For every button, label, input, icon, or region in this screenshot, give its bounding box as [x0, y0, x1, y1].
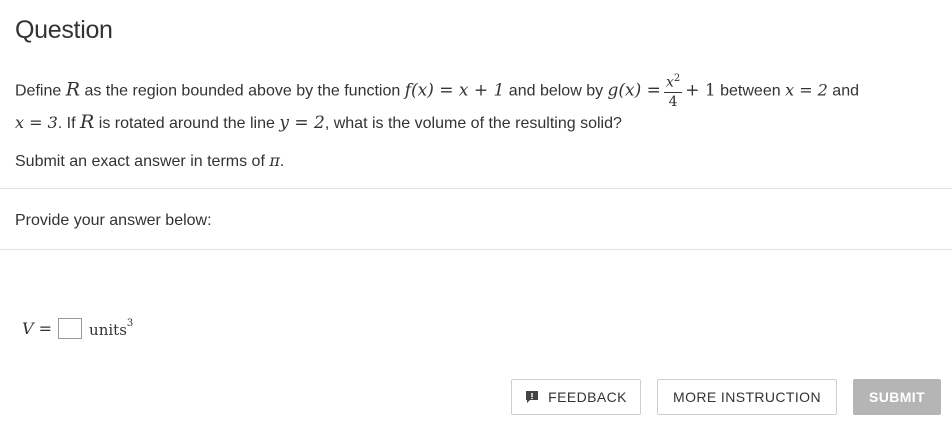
answer-input[interactable]	[58, 318, 83, 339]
question-text: between	[715, 82, 786, 100]
answer-row: V = units3	[22, 318, 133, 339]
question-text: , what is the volume of the resulting so…	[324, 115, 622, 132]
fraction: x2 4	[663, 73, 683, 110]
x-equals-2: x = 2	[785, 80, 828, 100]
units-text: units	[89, 320, 127, 339]
question-text: and	[827, 82, 859, 100]
page-title: Question	[15, 16, 113, 44]
x-equals-3: x = 3	[15, 113, 58, 132]
g-tail: + 1	[685, 80, 716, 101]
answer-prompt: Provide your answer below:	[15, 212, 212, 229]
question-text: is rotated around the line	[94, 115, 280, 132]
units-exponent: 3	[126, 317, 134, 329]
feedback-button[interactable]: FEEDBACK	[511, 379, 641, 415]
numerator-exponent: 2	[673, 73, 681, 84]
instruction-text: .	[279, 153, 285, 170]
question-text: and below by	[504, 82, 608, 100]
question-line-1: Define R as the region bounded above by …	[15, 74, 859, 109]
y-equals-2: y = 2	[279, 113, 325, 133]
submit-button[interactable]: SUBMIT	[853, 379, 941, 415]
question-line-2: x = 3. If R is rotated around the line y…	[15, 111, 622, 133]
pi-symbol: π	[269, 151, 280, 170]
question-text: Define	[15, 82, 66, 100]
f-definition: f(x) = x + 1	[404, 80, 505, 101]
fraction-denominator: 4	[668, 93, 678, 110]
region-symbol: R	[65, 78, 81, 101]
divider	[0, 188, 952, 189]
g-lhs: g(x) =	[607, 80, 661, 101]
units-label: units3	[89, 317, 134, 339]
instruction-text: Submit an exact answer in terms of	[15, 153, 270, 170]
question-text: as the region bounded above by the funct…	[80, 82, 405, 100]
feedback-chat-icon	[525, 390, 539, 407]
feedback-label: FEEDBACK	[548, 389, 627, 405]
question-text: . If	[57, 115, 81, 132]
instruction-line: Submit an exact answer in terms of π.	[15, 151, 284, 171]
fraction-numerator: x2	[663, 73, 683, 93]
numerator-base: x	[665, 74, 674, 91]
more-instruction-label: MORE INSTRUCTION	[673, 389, 821, 405]
divider	[0, 249, 952, 250]
submit-label: SUBMIT	[868, 389, 926, 405]
volume-variable: V =	[22, 319, 53, 338]
more-instruction-button[interactable]: MORE INSTRUCTION	[657, 379, 837, 415]
region-symbol: R	[80, 111, 95, 133]
